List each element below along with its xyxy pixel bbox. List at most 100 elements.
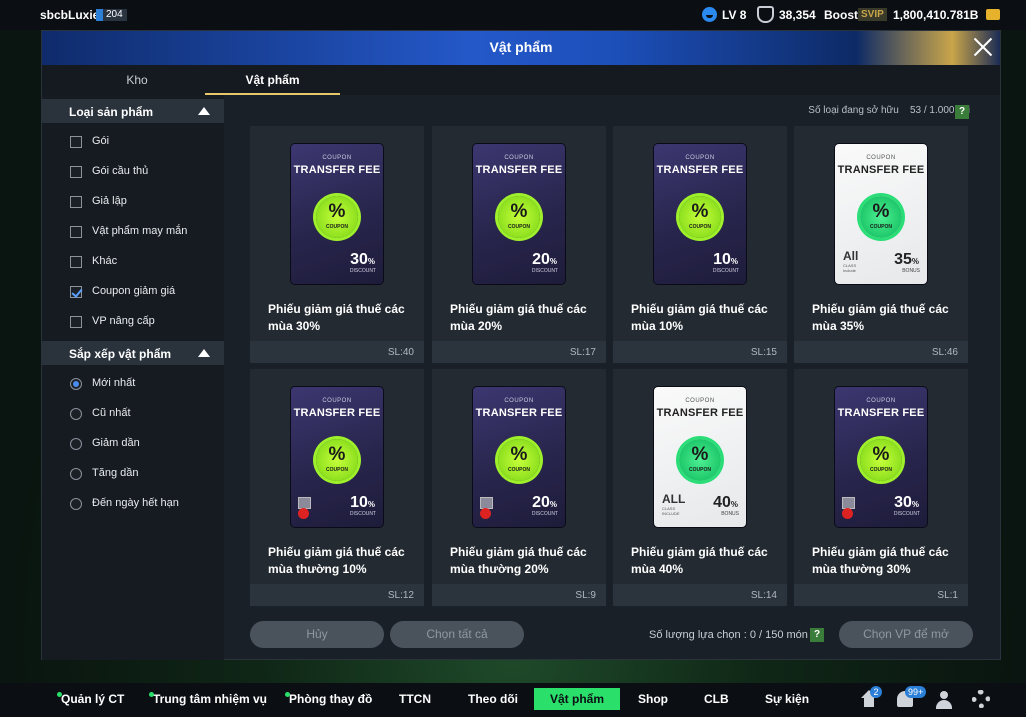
nav-quan-ly-ct[interactable]: Quản lý CT	[57, 683, 124, 717]
radio-selected[interactable]	[70, 378, 82, 390]
owned-label: Số loại đang sở hữu	[808, 105, 899, 116]
sort-label: Tăng dần	[92, 467, 139, 479]
coupon-top: COUPON	[866, 398, 896, 404]
percent-sign: %	[510, 201, 528, 222]
item-name: Phiếu giảm giá thuế các mùa 20%	[450, 302, 587, 333]
radio[interactable]	[70, 438, 82, 450]
coupon-all-sub: CLASS INCLUDE	[662, 506, 680, 516]
coupon-unit: DISCOUNT	[893, 511, 920, 517]
checkbox[interactable]	[70, 256, 82, 268]
collapse-up-icon	[198, 349, 210, 357]
open-item-button[interactable]: Chọn VP để mở	[839, 621, 973, 648]
coupon-all: All	[843, 249, 859, 263]
seal-coupon-text: COUPON	[870, 224, 892, 230]
shield-value: 38,354	[779, 8, 816, 22]
coupon-pct: %	[549, 500, 557, 509]
checkbox[interactable]	[70, 136, 82, 148]
seal-coupon-text: COUPON	[508, 224, 530, 230]
sort-header[interactable]: Sắp xếp vật phẩm	[42, 341, 224, 365]
coupon-unit: DISCOUNT	[712, 268, 739, 274]
percent-sign: %	[328, 444, 346, 465]
product-type-header[interactable]: Loại sản phẩm	[42, 99, 224, 123]
coupon-number: 40	[713, 494, 731, 511]
home-badge: 2	[870, 686, 882, 698]
coupon-image: COUPON TRANSFER FEE % COUPON All CLASS In…	[835, 144, 927, 284]
item-card[interactable]: COUPON TRANSFER FEE % COUPON 30% DISCOUN…	[250, 126, 424, 363]
checkbox-checked[interactable]	[70, 286, 82, 298]
coupon-transfer-fee: TRANSFER FEE	[837, 164, 925, 176]
item-card[interactable]: COUPON TRANSFER FEE % COUPON All CLASS In…	[794, 126, 968, 363]
item-card[interactable]: COUPON TRANSFER FEE % COUPON 20% DISCOUN…	[432, 369, 606, 606]
gear-icon[interactable]	[972, 690, 990, 708]
item-card[interactable]: COUPON TRANSFER FEE % COUPON 10% DISCOUN…	[613, 126, 787, 363]
item-card[interactable]: COUPON TRANSFER FEE % COUPON 30% DISCOUN…	[794, 369, 968, 606]
coupon-number: 30	[894, 494, 912, 511]
filter-label: Gói cầu thủ	[92, 165, 149, 177]
notification-dot	[285, 692, 290, 697]
coupon-top: COUPON	[322, 398, 352, 404]
panel-title: Vật phẩm	[489, 39, 553, 55]
percent-seal-icon: % COUPON	[860, 439, 902, 481]
coupon-transfer-fee: TRANSFER FEE	[293, 164, 381, 176]
sort-label: Giảm dần	[92, 437, 140, 449]
radio[interactable]	[70, 408, 82, 420]
owned-counter: Số loại đang sở hữu 53 / 1.000 cái	[808, 105, 970, 116]
item-card[interactable]: COUPON TRANSFER FEE % COUPON ALL CLASS IN…	[613, 369, 787, 606]
coupon-number: 35	[894, 251, 912, 268]
coupon-top: COUPON	[504, 398, 534, 404]
coin-icon[interactable]	[986, 9, 1000, 20]
coupon-unit: BONUS	[721, 511, 739, 517]
lock-icon	[298, 497, 311, 519]
username: sbcbLuxie	[40, 8, 100, 22]
coupon-value: 10%	[713, 251, 738, 269]
user-icon[interactable]	[935, 691, 953, 709]
boost-label: Boost	[824, 8, 858, 22]
checkbox[interactable]	[70, 166, 82, 178]
coupon-transfer-fee: TRANSFER FEE	[293, 407, 381, 419]
radio[interactable]	[70, 468, 82, 480]
smile-icon	[702, 7, 717, 22]
seal-coupon-text: COUPON	[326, 224, 348, 230]
checkbox[interactable]	[70, 316, 82, 328]
nav-trung-tam-nhiem-vu[interactable]: Trung tâm nhiệm vụ	[149, 683, 267, 717]
item-name: Phiếu giảm giá thuế các mùa thường 30%	[812, 545, 949, 576]
coupon-image: COUPON TRANSFER FEE % COUPON 20% DISCOUN…	[473, 387, 565, 527]
cancel-button[interactable]: Hủy	[250, 621, 384, 648]
nav-su-kien[interactable]: Sự kiện	[765, 683, 809, 717]
item-name: Phiếu giảm giá thuế các mùa thường 10%	[268, 545, 405, 576]
percent-seal-icon: % COUPON	[679, 196, 721, 238]
sort-label: Cũ nhất	[92, 407, 131, 419]
item-card[interactable]: COUPON TRANSFER FEE % COUPON 10% DISCOUN…	[250, 369, 424, 606]
nav-vat-pham[interactable]: Vật phẩm	[534, 688, 621, 710]
selection-count: Số lượng lựa chọn : 0 / 150 món	[649, 629, 808, 641]
collapse-up-icon	[198, 107, 210, 115]
coupon-image: COUPON TRANSFER FEE % COUPON ALL CLASS IN…	[654, 387, 746, 527]
nav-theo-doi[interactable]: Theo dõi	[468, 683, 518, 717]
coupon-value: 30%	[350, 251, 375, 269]
close-icon[interactable]	[970, 34, 996, 60]
nav-phong-thay-do[interactable]: Phòng thay đồ	[285, 683, 372, 717]
nav-shop[interactable]: Shop	[638, 683, 668, 717]
item-quantity: SL:15	[750, 347, 777, 358]
coupon-transfer-fee: TRANSFER FEE	[475, 164, 563, 176]
coupon-value: 35%	[894, 251, 919, 269]
coupon-pct: %	[730, 500, 738, 509]
seal-coupon-text: COUPON	[326, 467, 348, 473]
select-all-button[interactable]: Chọn tất cả	[390, 621, 524, 648]
help-icon[interactable]: ?	[955, 105, 969, 119]
item-quantity: SL:9	[575, 590, 596, 601]
tab-storage[interactable]: Kho	[62, 65, 212, 95]
coupon-image: COUPON TRANSFER FEE % COUPON 30% DISCOUN…	[291, 144, 383, 284]
checkbox[interactable]	[70, 196, 82, 208]
help-icon[interactable]: ?	[810, 628, 824, 642]
item-name: Phiếu giảm giá thuế các mùa thường 20%	[450, 545, 587, 576]
item-card[interactable]: COUPON TRANSFER FEE % COUPON 20% DISCOUN…	[432, 126, 606, 363]
coupon-number: 20	[532, 494, 550, 511]
percent-sign: %	[328, 201, 346, 222]
nav-clb[interactable]: CLB	[704, 683, 729, 717]
nav-ttcn[interactable]: TTCN	[399, 683, 431, 717]
seal-coupon-text: COUPON	[689, 467, 711, 473]
checkbox[interactable]	[70, 226, 82, 238]
tab-items[interactable]: Vật phẩm	[205, 65, 340, 95]
radio[interactable]	[70, 498, 82, 510]
